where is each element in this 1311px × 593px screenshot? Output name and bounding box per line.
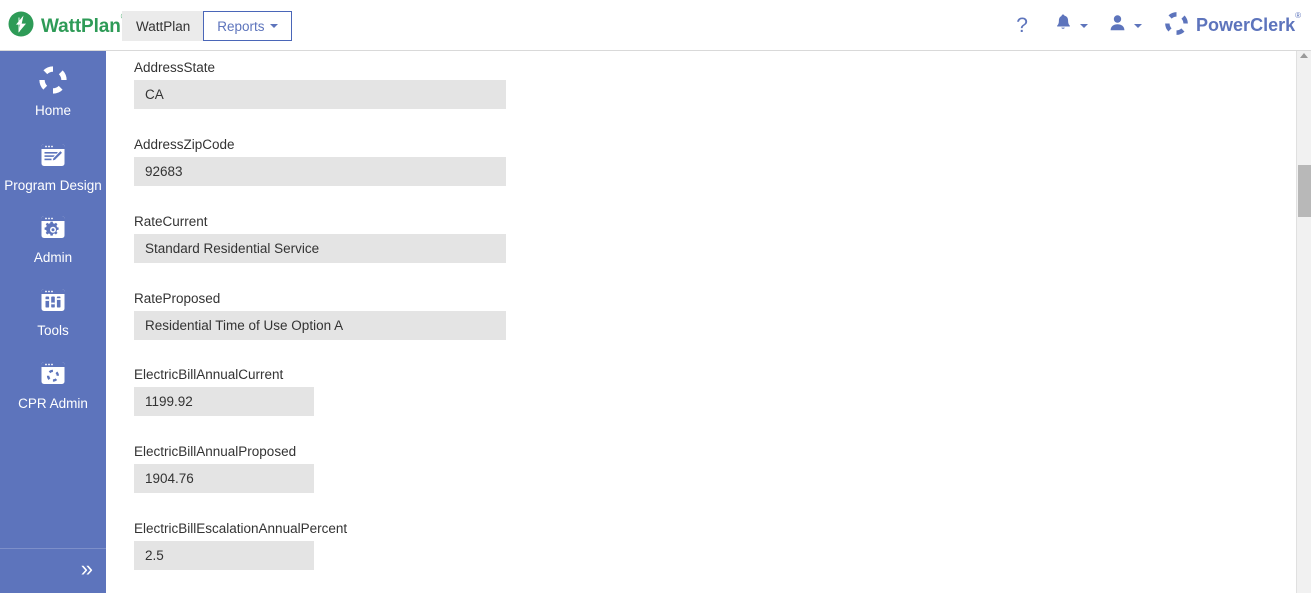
rate-current-input[interactable] [134,234,506,263]
sidebar-item-tools[interactable]: Tools [0,267,106,340]
notifications-button[interactable] [1044,0,1098,51]
main-content: AddressState AddressZipCode RateCurrent … [106,51,1296,593]
field-address-zip-code: AddressZipCode [134,137,506,186]
electric-bill-escalation-annual-percent-input[interactable] [134,541,314,570]
address-zip-code-input[interactable] [134,157,506,186]
field-label: ElectricBillAnnualCurrent [134,367,284,382]
electric-bill-annual-current-input[interactable] [134,387,314,416]
window-sliders-icon [38,285,68,315]
sidebar-item-cpr-admin-label: CPR Admin [18,396,88,411]
vertical-scrollbar[interactable] [1296,51,1311,593]
field-rate-current: RateCurrent [134,214,506,263]
field-label: AddressState [134,60,216,75]
sidebar-item-home[interactable]: Home [0,51,106,120]
window-pencil-icon [38,140,68,170]
field-label: RateProposed [134,291,221,306]
nav-tabs: WattPlan Reports [122,11,292,41]
user-icon [1109,14,1126,37]
header-actions: ? PowerClerk® [1000,0,1311,51]
tab-wattplan[interactable]: WattPlan [122,11,205,41]
field-label: RateCurrent [134,214,208,229]
rate-proposed-input[interactable] [134,311,506,340]
help-button[interactable]: ? [1000,0,1044,51]
field-electric-bill-escalation-annual-percent: ElectricBillEscalationAnnualPercent [134,521,347,570]
top-header: WattPlan® WattPlan Reports ? [0,0,1311,51]
powerclerk-logo[interactable]: PowerClerk® [1164,11,1301,41]
field-label: ElectricBillEscalationAnnualPercent [134,521,348,536]
field-label: ElectricBillAnnualProposed [134,444,297,459]
sidebar-item-admin-label: Admin [33,250,73,265]
sidebar-item-admin[interactable]: Admin [0,195,106,267]
field-address-state: AddressState [134,60,506,109]
powerclerk-ring-logo-icon [1164,11,1189,41]
field-label: AddressZipCode [134,137,235,152]
bell-icon [1055,14,1072,38]
lightning-bolt-logo-icon [8,11,34,42]
powerclerk-trademark: ® [1295,11,1301,20]
sidebar-item-tools-label: Tools [37,323,69,338]
field-electric-bill-annual-current: ElectricBillAnnualCurrent [134,367,314,416]
address-state-input[interactable] [134,80,506,109]
chevron-down-icon [269,24,278,28]
sidebar-item-cpr-admin[interactable]: CPR Admin [0,340,106,413]
chevron-double-right-icon[interactable]: » [81,558,93,580]
wattplan-brand[interactable]: WattPlan® [8,11,127,42]
powerclerk-name: PowerClerk® [1196,11,1301,35]
scroll-up-arrow-icon[interactable] [1300,53,1308,58]
brand-name: WattPlan® [41,12,127,38]
sidebar-item-program-design-label: Program Design [4,178,102,193]
field-electric-bill-annual-proposed: ElectricBillAnnualProposed [134,444,314,493]
chevron-down-icon [1079,23,1088,28]
tab-wattplan-label: WattPlan [136,18,191,34]
left-sidebar: Home Program Design Admin Tools CPR Admi… [0,51,106,593]
ring-logo-icon [38,65,68,95]
electric-bill-annual-proposed-input[interactable] [134,464,314,493]
account-button[interactable] [1098,0,1152,51]
sidebar-footer: » [0,548,106,593]
scrollbar-thumb[interactable] [1298,165,1311,217]
field-rate-proposed: RateProposed [134,291,506,340]
tab-reports-label: Reports [217,18,265,34]
window-gear-icon [38,212,68,242]
sidebar-item-home-label: Home [34,103,71,118]
chevron-down-icon [1133,23,1142,28]
tab-reports[interactable]: Reports [203,11,292,41]
window-ring-icon [38,358,68,388]
sidebar-item-program-design[interactable]: Program Design [0,120,106,195]
question-mark-icon: ? [1016,13,1028,37]
